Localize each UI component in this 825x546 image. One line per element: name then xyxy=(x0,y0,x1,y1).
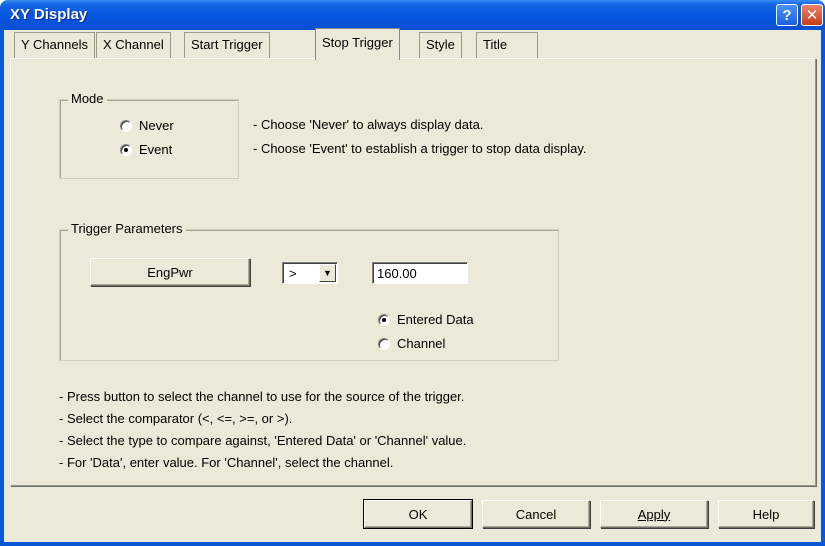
entered-data-label: Entered Data xyxy=(397,312,474,327)
dialog-client-area: Y Channels X Channel Start Trigger Stop … xyxy=(4,28,821,542)
mode-never-option[interactable]: Never xyxy=(120,118,174,133)
trigger-parameters-label: Trigger Parameters xyxy=(68,221,186,236)
apply-label: Apply xyxy=(637,506,671,522)
trigger-value-input[interactable]: 160.00 xyxy=(372,262,468,284)
entered-data-radio[interactable] xyxy=(378,313,390,326)
chevron-down-icon[interactable]: ▼ xyxy=(319,264,336,282)
instruction-line: - Select the type to compare against, 'E… xyxy=(59,433,467,448)
stop-trigger-panel: Mode Never Event - Choose 'Never' to alw… xyxy=(10,58,816,486)
comparator-select[interactable]: > ▼ xyxy=(282,262,338,284)
tab-start-trigger[interactable]: Start Trigger xyxy=(184,32,270,58)
cancel-button[interactable]: Cancel xyxy=(482,500,590,528)
mode-event-option[interactable]: Event xyxy=(120,142,172,157)
mode-group: Mode Never Event xyxy=(59,91,239,179)
source-channel-option[interactable]: Channel xyxy=(378,336,445,351)
channel-radio[interactable] xyxy=(378,337,390,350)
help-button[interactable]: Help xyxy=(718,500,814,528)
never-radio[interactable] xyxy=(120,119,132,132)
mode-group-label: Mode xyxy=(68,91,107,106)
mode-hint-never: - Choose 'Never' to always display data. xyxy=(253,117,484,132)
event-label: Event xyxy=(139,142,173,157)
tab-y-channels[interactable]: Y Channels xyxy=(14,32,95,58)
instruction-line: - Select the comparator (<, <=, >=, or >… xyxy=(59,411,293,426)
xy-display-window: XY Display ? ✕ Y Channels X Channel Star… xyxy=(0,0,825,546)
never-label: Never xyxy=(139,118,174,133)
ok-button[interactable]: OK xyxy=(363,499,473,529)
window-title: XY Display xyxy=(10,6,88,23)
apply-button[interactable]: Apply xyxy=(600,500,708,528)
trigger-parameters-group: Trigger Parameters EngPwr > ▼ 160.00 Ent… xyxy=(59,221,559,361)
tab-title[interactable]: Title xyxy=(476,32,538,58)
event-radio[interactable] xyxy=(120,143,132,156)
comparator-value: > xyxy=(289,266,297,281)
title-bar[interactable]: XY Display ? ✕ xyxy=(0,0,825,30)
mode-hint-event: - Choose 'Event' to establish a trigger … xyxy=(253,141,587,156)
instruction-line: - For 'Data', enter value. For 'Channel'… xyxy=(59,455,394,470)
instruction-line: - Press button to select the channel to … xyxy=(59,389,465,404)
channel-label: Channel xyxy=(397,336,446,351)
close-icon[interactable]: ✕ xyxy=(801,4,823,26)
help-icon[interactable]: ? xyxy=(776,4,798,26)
channel-select-button[interactable]: EngPwr xyxy=(90,258,250,286)
tab-style[interactable]: Style xyxy=(419,32,462,58)
tab-stop-trigger[interactable]: Stop Trigger xyxy=(315,28,400,60)
tab-x-channel[interactable]: X Channel xyxy=(96,32,171,58)
source-entered-data-option[interactable]: Entered Data xyxy=(378,312,474,327)
